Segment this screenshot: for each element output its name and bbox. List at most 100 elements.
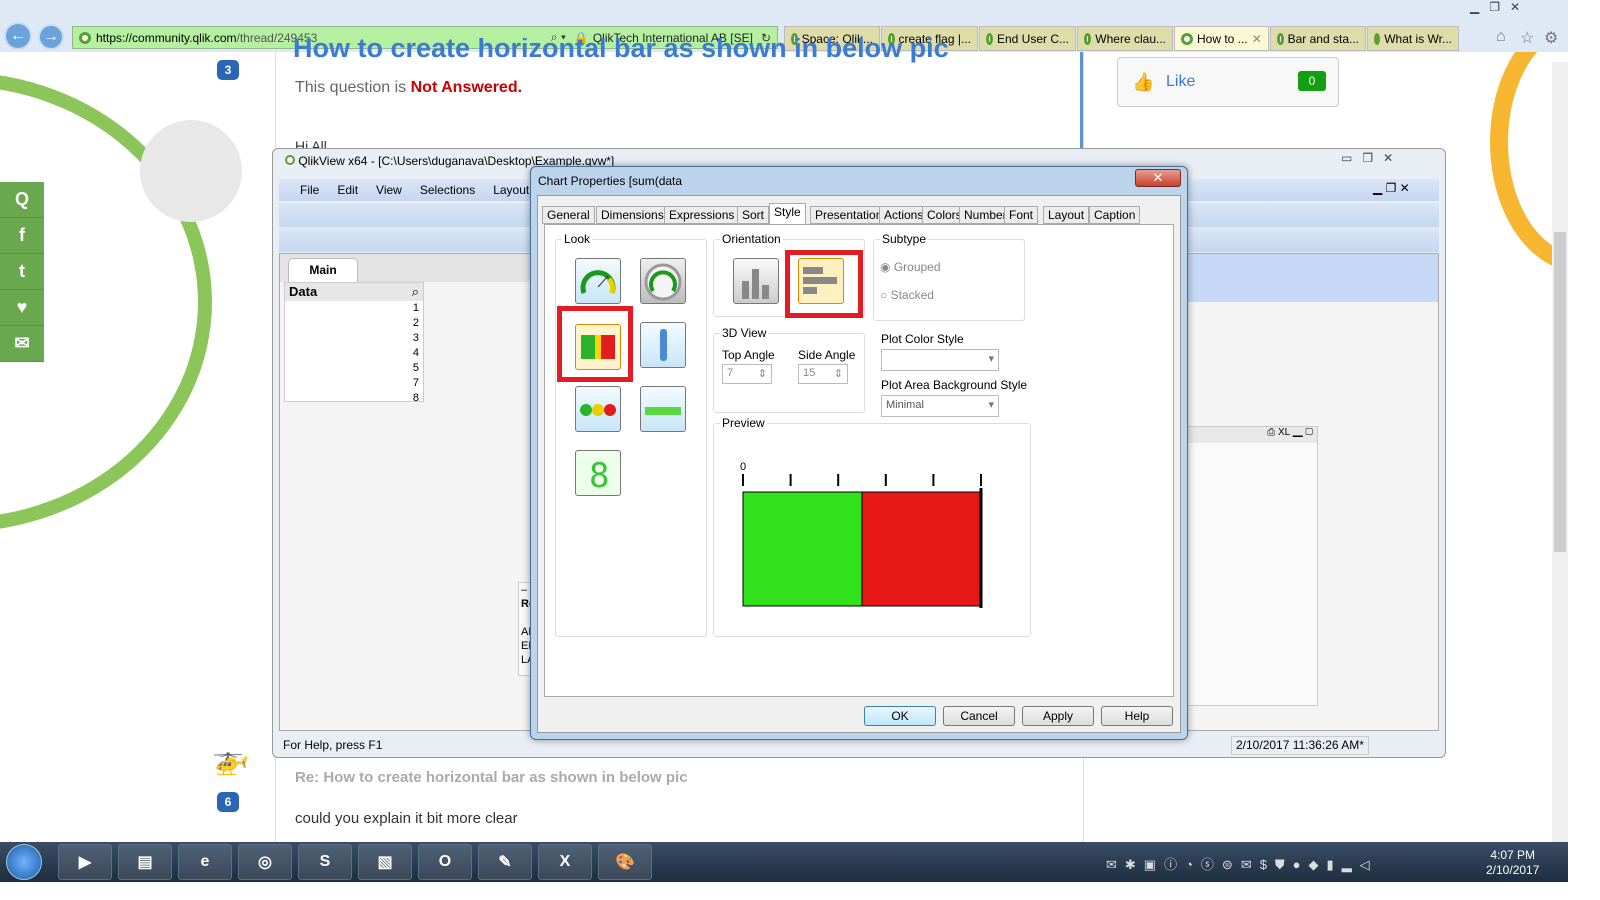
settings-icon[interactable]: ⚙ bbox=[1544, 28, 1558, 48]
look-thermometer[interactable] bbox=[640, 322, 686, 368]
listbox-value[interactable]: 2 bbox=[285, 316, 423, 331]
print-icon[interactable]: ⎙ bbox=[1267, 427, 1275, 438]
question-title: How to create horizontal bar as shown in… bbox=[293, 38, 949, 63]
listbox-data[interactable]: Data ⌕ 1234578 bbox=[284, 282, 424, 404]
forward-button[interactable]: → bbox=[38, 24, 64, 50]
start-button[interactable] bbox=[6, 844, 42, 880]
thumbs-up-icon: 👍 bbox=[1132, 72, 1155, 92]
sheet-tab-main[interactable]: Main bbox=[288, 258, 358, 282]
mail-icon[interactable]: ✉ bbox=[0, 326, 44, 362]
menu-item[interactable]: Edit bbox=[328, 183, 367, 197]
bar-segment-green bbox=[742, 491, 863, 607]
qlikview-icon bbox=[285, 155, 295, 165]
apply-button[interactable]: Apply bbox=[1022, 706, 1094, 726]
tab-label: End User C... bbox=[996, 31, 1069, 46]
plot-color-style-select[interactable] bbox=[881, 349, 999, 371]
preview-group: Preview 0 bbox=[713, 416, 1031, 637]
clock-date: 2/10/2017 bbox=[1486, 863, 1540, 877]
system-tray[interactable]: ✉✱▣ⓘ◔ⓢ⊜✉$⛊●◆▮▂◁ bbox=[1106, 854, 1378, 873]
plot-bg-style-label: Plot Area Background Style bbox=[881, 378, 1028, 392]
preview-chart: 0 bbox=[740, 461, 983, 608]
menu-item[interactable]: Selections bbox=[411, 183, 484, 197]
axis-tick-label: 0 bbox=[740, 461, 746, 473]
subtype-label: Subtype bbox=[880, 232, 929, 246]
twitter-icon[interactable]: t bbox=[0, 254, 44, 290]
qlikview-window-controls[interactable]: ▭ ❐ ✕ bbox=[1341, 151, 1393, 165]
look-gauge-speedometer[interactable] bbox=[575, 258, 621, 304]
tab-sort[interactable]: Sort bbox=[737, 206, 770, 224]
menu-item[interactable]: File bbox=[291, 183, 328, 197]
rank-badge-reply: 6 bbox=[217, 792, 239, 812]
look-gauge-circular[interactable] bbox=[640, 258, 686, 304]
tab-presentation[interactable]: Presentation bbox=[810, 206, 888, 224]
listbox-value[interactable]: 1 bbox=[285, 301, 423, 316]
taskbar-folders-icon[interactable]: ▧ bbox=[358, 844, 412, 880]
tab-font[interactable]: Font bbox=[1004, 206, 1039, 224]
browser-tab[interactable]: End User C... bbox=[979, 26, 1076, 51]
stacked-radio[interactable]: ○ Stacked bbox=[880, 288, 934, 302]
send-to-excel-button[interactable]: XL bbox=[1278, 427, 1290, 438]
browser-tab[interactable]: How to ... ✕ bbox=[1174, 26, 1269, 51]
taskbar-clock[interactable]: 4:07 PM 2/10/2017 bbox=[1486, 848, 1539, 878]
chart-properties-dialog: Chart Properties [sum(data ✕ General Dime… bbox=[530, 166, 1188, 740]
qlik-share-icon[interactable]: Q bbox=[0, 182, 44, 218]
taskbar-media-player-icon[interactable]: ▶ bbox=[58, 844, 112, 880]
side-angle-spinner[interactable]: 15 ⇕ bbox=[798, 364, 848, 384]
tab-caption[interactable]: Caption bbox=[1089, 206, 1141, 224]
look-led-bar[interactable] bbox=[640, 386, 686, 432]
chart-object[interactable]: ⎙ XL ▁ ▢ bbox=[1184, 426, 1318, 706]
orientation-group: Orientation bbox=[713, 232, 865, 318]
top-angle-spinner[interactable]: 7 ⇕ bbox=[722, 364, 772, 384]
tab-expressions[interactable]: Expressions bbox=[664, 206, 740, 224]
tab-general[interactable]: General bbox=[542, 206, 595, 224]
orientation-vertical[interactable] bbox=[733, 258, 779, 304]
taskbar-internet-explorer-icon[interactable]: e bbox=[178, 844, 232, 880]
home-icon[interactable]: ⌂ bbox=[1496, 28, 1506, 46]
search-icon[interactable]: ⌕ bbox=[412, 283, 423, 301]
facebook-icon[interactable]: f bbox=[0, 218, 44, 254]
browser-tab[interactable]: Where clau... bbox=[1077, 26, 1173, 51]
look-group: Look 8 bbox=[555, 232, 707, 637]
taskbar-excel-icon[interactable]: X bbox=[538, 844, 592, 880]
listbox-header: Data ⌕ bbox=[285, 283, 423, 301]
document-window-controls[interactable]: ▁ ❐ ✕ bbox=[1373, 181, 1410, 195]
ok-button[interactable]: OK bbox=[864, 706, 936, 726]
taskbar-outlook-icon[interactable]: O bbox=[418, 844, 472, 880]
scrollbar[interactable] bbox=[1552, 62, 1568, 842]
look-digital-display[interactable]: 8 bbox=[575, 450, 621, 496]
taskbar-qlikview-icon[interactable]: ◎ bbox=[238, 844, 292, 880]
reply-title[interactable]: Re: How to create horizontal bar as show… bbox=[295, 769, 688, 786]
status-time: 2/10/2017 11:36:26 AM* bbox=[1231, 736, 1369, 755]
favorites-icon[interactable]: ☆ bbox=[1520, 28, 1534, 48]
tab-label: Where clau... bbox=[1095, 31, 1166, 46]
grouped-radio[interactable]: ◉ Grouped bbox=[880, 260, 941, 274]
listbox-value[interactable]: 3 bbox=[285, 331, 423, 346]
taskbar-explorer-icon[interactable]: ▤ bbox=[118, 844, 172, 880]
back-button[interactable]: ← bbox=[4, 22, 32, 50]
plot-bg-style-select[interactable]: Minimal bbox=[881, 395, 999, 417]
tab-layout[interactable]: Layout bbox=[1043, 206, 1090, 224]
tab-style[interactable]: Style bbox=[769, 203, 806, 225]
tab-dimensions[interactable]: Dimensions bbox=[596, 206, 669, 224]
taskbar-skype-icon[interactable]: S bbox=[298, 844, 352, 880]
tab-actions[interactable]: Actions bbox=[879, 206, 929, 224]
listbox-value[interactable]: 8 bbox=[285, 391, 423, 406]
like-button[interactable]: Like bbox=[1166, 73, 1195, 91]
listbox-value[interactable]: 4 bbox=[285, 346, 423, 361]
window-controls[interactable]: ▁ ❐ ✕ bbox=[1470, 0, 1520, 14]
browser-tab[interactable]: Bar and sta... bbox=[1270, 26, 1366, 51]
heart-icon[interactable]: ♥ bbox=[0, 290, 44, 326]
cancel-button[interactable]: Cancel bbox=[943, 706, 1015, 726]
help-button[interactable]: Help bbox=[1101, 706, 1173, 726]
look-traffic-light[interactable] bbox=[575, 386, 621, 432]
menu-item[interactable]: View bbox=[367, 183, 411, 197]
browser-tab[interactable]: What is Wr... bbox=[1367, 26, 1459, 51]
listbox-value[interactable]: 7 bbox=[285, 376, 423, 391]
taskbar-notepad-icon[interactable]: ✎ bbox=[478, 844, 532, 880]
subtype-group: Subtype ◉ Grouped ○ Stacked bbox=[873, 232, 1025, 321]
taskbar-paint-icon[interactable]: 🎨 bbox=[598, 844, 652, 880]
top-angle-value: 7 bbox=[727, 367, 734, 379]
listbox-value[interactable]: 5 bbox=[285, 361, 423, 376]
close-tab-icon[interactable]: ✕ bbox=[1252, 32, 1262, 46]
close-button[interactable]: ✕ bbox=[1135, 169, 1181, 187]
